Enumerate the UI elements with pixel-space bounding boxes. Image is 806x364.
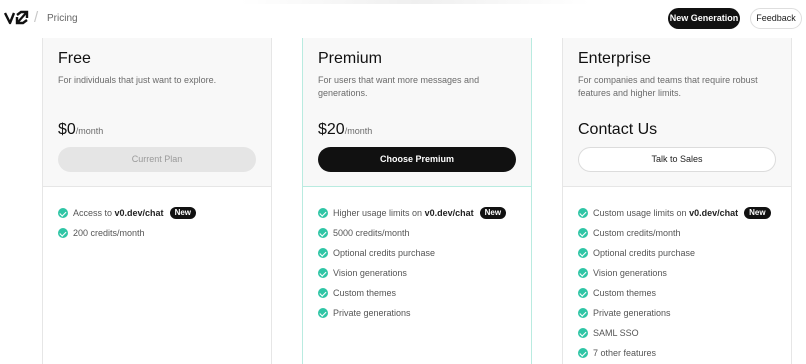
feature-item: Optional credits purchase (318, 243, 506, 263)
feature-item: Vision generations (578, 263, 771, 283)
plan-name: Premium (318, 50, 383, 67)
feedback-button[interactable]: Feedback (750, 8, 802, 29)
feature-text: Custom credits/month (593, 228, 681, 238)
feature-link[interactable]: v0.dev/chat (689, 208, 738, 218)
feature-text: Custom themes (593, 288, 657, 298)
check-icon (318, 208, 328, 218)
feature-text: Access to (73, 208, 113, 218)
plan-card-free: Free For individuals that just want to e… (42, 38, 272, 364)
check-icon (578, 348, 588, 358)
feature-item: 200 credits/month (58, 223, 196, 243)
feature-item: Private generations (318, 303, 506, 323)
feature-text: Optional credits purchase (593, 248, 696, 258)
top-bar: / Pricing New Generation Feedback (0, 0, 806, 38)
plan-price: Contact Us (578, 121, 658, 138)
talk-to-sales-button[interactable]: Talk to Sales (578, 147, 776, 172)
new-badge: New (479, 207, 507, 219)
breadcrumb-pricing[interactable]: Pricing (47, 13, 78, 24)
plan-name: Free (58, 50, 91, 67)
top-glow-decoration (240, 0, 590, 4)
plan-header: Premium For users that want more message… (303, 38, 531, 187)
check-icon (318, 268, 328, 278)
feature-item: Custom usage limits on v0.dev/chat New (578, 203, 771, 223)
feature-text: 7 other features (593, 348, 657, 358)
feature-text: Custom usage limits on (593, 208, 687, 218)
check-icon (318, 248, 328, 258)
feature-item: Custom themes (318, 283, 506, 303)
feature-item: 5000 credits/month (318, 223, 506, 243)
feature-list: Higher usage limits on v0.dev/chat New 50… (318, 203, 507, 323)
price-period: /month (75, 126, 104, 136)
feature-text: Private generations (593, 308, 671, 318)
feature-text: Vision generations (593, 268, 667, 278)
feature-list: Access to v0.dev/chat New 200 credits/mon… (58, 203, 197, 243)
feature-item: 7 other features (578, 343, 771, 363)
check-icon (58, 228, 68, 238)
check-icon (578, 308, 588, 318)
choose-premium-button[interactable]: Choose Premium (318, 147, 516, 172)
feature-list: Custom usage limits on v0.dev/chat New Cu… (578, 203, 771, 363)
feature-text: 200 credits/month (73, 228, 145, 238)
check-icon (578, 228, 588, 238)
feature-link[interactable]: v0.dev/chat (115, 208, 164, 218)
feature-item: Custom themes (578, 283, 771, 303)
feature-item: SAML SSO (578, 323, 771, 343)
feature-text: Vision generations (333, 268, 407, 278)
plan-card-premium: Premium For users that want more message… (302, 38, 532, 364)
feature-item: Optional credits purchase (578, 243, 771, 263)
plan-description: For companies and teams that require rob… (578, 75, 758, 98)
plan-description: For individuals that just want to explor… (58, 75, 217, 85)
feature-text: Private generations (333, 308, 411, 318)
check-icon (58, 208, 68, 218)
check-icon (318, 288, 328, 298)
plan-price: $20/month (318, 121, 372, 139)
feature-item: Vision generations (318, 263, 506, 283)
price-amount: $20 (318, 121, 345, 138)
plan-price: $0/month (58, 121, 103, 139)
feature-item: Access to v0.dev/chat New (58, 203, 197, 223)
plan-card-enterprise: Enterprise For companies and teams that … (562, 38, 792, 364)
check-icon (578, 268, 588, 278)
feature-item: Private generations (578, 303, 771, 323)
feature-item: Higher usage limits on v0.dev/chat New (318, 203, 507, 223)
check-icon (318, 308, 328, 318)
feature-item: Custom credits/month (578, 223, 771, 243)
check-icon (578, 248, 588, 258)
price-period: /month (344, 126, 373, 136)
feature-link[interactable]: v0.dev/chat (425, 208, 474, 218)
price-amount: $0 (58, 121, 76, 138)
plan-header: Free For individuals that just want to e… (43, 38, 271, 187)
feature-text: 5000 credits/month (333, 228, 410, 238)
check-icon (578, 288, 588, 298)
feature-text: SAML SSO (593, 328, 639, 338)
feature-text: Higher usage limits on (333, 208, 423, 218)
current-plan-button[interactable]: Current Plan (58, 147, 256, 172)
new-generation-button[interactable]: New Generation (668, 8, 740, 29)
plan-header: Enterprise For companies and teams that … (563, 38, 791, 187)
feature-text: Optional credits purchase (333, 248, 436, 258)
plan-name: Enterprise (578, 50, 651, 67)
plan-description: For users that want more messages and ge… (318, 75, 480, 98)
v0-logo-icon[interactable] (4, 10, 30, 26)
check-icon (578, 328, 588, 338)
check-icon (578, 208, 588, 218)
check-icon (318, 228, 328, 238)
feature-text: Custom themes (333, 288, 397, 298)
new-badge: New (169, 207, 197, 219)
breadcrumb-separator: / (34, 9, 39, 26)
new-badge: New (744, 207, 771, 219)
